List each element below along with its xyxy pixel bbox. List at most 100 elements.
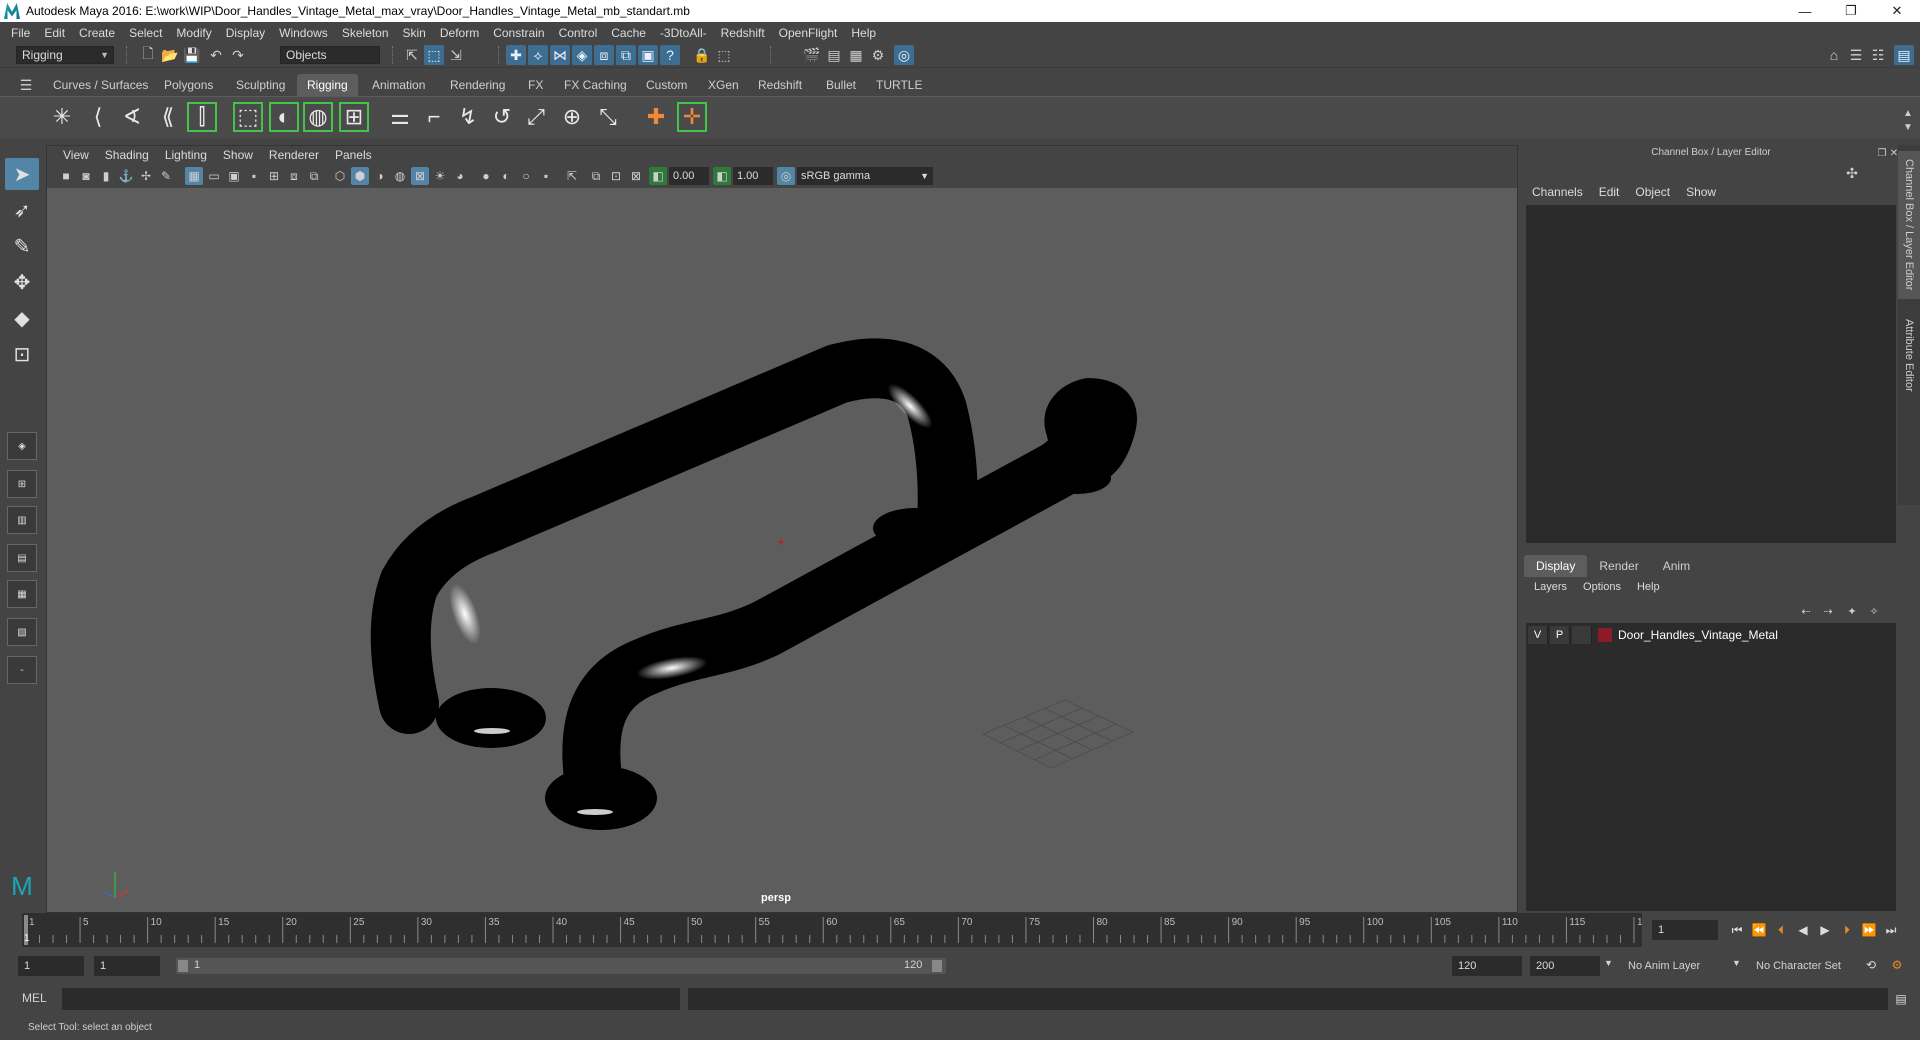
outliner-layout-icon[interactable]: ▦: [7, 580, 37, 608]
go-to-end-icon[interactable]: ⏭: [1882, 922, 1900, 938]
menu-deform[interactable]: Deform: [433, 26, 486, 40]
tab-bullet[interactable]: Bullet: [816, 74, 866, 96]
two-d-pan-icon[interactable]: ✢: [137, 167, 155, 185]
menuset-dropdown[interactable]: Rigging ▼: [16, 46, 114, 64]
tab-xgen[interactable]: XGen: [698, 74, 749, 96]
multisample-aa-icon[interactable]: ◐: [497, 167, 515, 185]
wireframe-on-shaded-icon[interactable]: ◑: [371, 167, 389, 185]
step-forward-frame-icon[interactable]: ⏵: [1838, 922, 1856, 938]
animation-prefs-icon[interactable]: ⚙: [1888, 957, 1906, 973]
motion-blur-icon[interactable]: ●: [477, 167, 495, 185]
anim-layer-dropdown[interactable]: No Anim Layer: [1622, 956, 1740, 976]
step-back-frame-icon[interactable]: ⏴: [1772, 922, 1790, 938]
select-tool-icon[interactable]: ➤: [5, 158, 39, 190]
menu-help[interactable]: Help: [844, 26, 883, 40]
menu-cache[interactable]: Cache: [604, 26, 653, 40]
lock-icon[interactable]: 🔒: [692, 45, 712, 65]
tab-channel-box-layer-editor[interactable]: Channel Box / Layer Editor: [1898, 151, 1920, 299]
grease-pencil-icon[interactable]: ✎: [157, 167, 175, 185]
layer-playback-toggle[interactable]: P: [1550, 626, 1570, 644]
tab-anim[interactable]: Anim: [1651, 555, 1702, 577]
range-slider[interactable]: 1 120: [176, 958, 946, 974]
parent-constraint-icon[interactable]: ⌐: [418, 101, 450, 133]
safe-title-icon[interactable]: ⧉: [305, 167, 323, 185]
menu-windows[interactable]: Windows: [272, 26, 335, 40]
scale-constraint-icon[interactable]: ⤢: [520, 101, 552, 133]
scale-tool-icon[interactable]: ⊡: [5, 338, 39, 370]
isolate-select-icon[interactable]: ▪: [537, 167, 555, 185]
menu-redshift[interactable]: Redshift: [714, 26, 772, 40]
tab-attribute-editor[interactable]: Attribute Editor: [1898, 305, 1920, 405]
le-menu-help[interactable]: Help: [1629, 581, 1668, 599]
layer-row[interactable]: V P Door_Handles_Vintage_Metal: [1528, 625, 1894, 645]
lattice-icon[interactable]: ⊞: [338, 101, 370, 133]
gate-mask-icon[interactable]: ▪: [245, 167, 263, 185]
go-to-start-icon[interactable]: ⏮: [1728, 922, 1746, 938]
lasso-tool-icon[interactable]: ➶: [5, 194, 39, 226]
persp-graph-layout-icon[interactable]: ▤: [7, 544, 37, 572]
camera-icon[interactable]: ■: [57, 167, 75, 185]
open-scene-icon[interactable]: 📂: [160, 45, 180, 65]
paint-weights-icon[interactable]: ⚌: [384, 101, 416, 133]
close-button[interactable]: ✕: [1874, 0, 1920, 22]
character-set-dropdown[interactable]: No Character Set: [1750, 956, 1870, 976]
auto-key-icon[interactable]: ⟲: [1862, 957, 1880, 973]
exposure-icon[interactable]: ◧: [649, 167, 667, 185]
range-end-handle[interactable]: [932, 960, 942, 972]
animation-end-field[interactable]: 200: [1530, 956, 1600, 976]
ipr-render-icon[interactable]: ▦: [846, 45, 866, 65]
menu-3dtoall[interactable]: -3DtoAll-: [653, 26, 714, 40]
cb-menu-object[interactable]: Object: [1627, 185, 1678, 203]
tab-curves-surfaces[interactable]: Curves / Surfaces: [43, 74, 158, 96]
selection-mode-dropdown[interactable]: Objects: [280, 46, 380, 64]
gamma-icon[interactable]: ◧: [713, 167, 731, 185]
command-language-label[interactable]: MEL: [22, 991, 47, 1005]
tab-polygons[interactable]: Polygons: [154, 74, 223, 96]
layer-name[interactable]: Door_Handles_Vintage_Metal: [1618, 628, 1778, 642]
tab-display[interactable]: Display: [1524, 555, 1588, 577]
help-snap-icon[interactable]: ?: [660, 45, 680, 65]
tab-fx-caching[interactable]: FX Caching: [554, 74, 637, 96]
orient-constraint-icon[interactable]: ↺: [486, 101, 518, 133]
snap-point-icon[interactable]: ⋈: [550, 45, 570, 65]
use-all-lights-icon[interactable]: ⊠: [411, 167, 429, 185]
insert-joint-icon[interactable]: ⟨: [82, 101, 114, 133]
smooth-bind-icon[interactable]: ◐: [268, 101, 300, 133]
paint-select-icon[interactable]: ✎: [5, 230, 39, 262]
snap-bake-icon[interactable]: ▣: [638, 45, 658, 65]
menu-select[interactable]: Select: [122, 26, 169, 40]
vp-menu-view[interactable]: View: [55, 148, 97, 162]
playback-end-field[interactable]: 120: [1452, 956, 1522, 976]
xray-active-icon[interactable]: ⊡: [607, 167, 625, 185]
bookmark-icon[interactable]: ▮: [97, 167, 115, 185]
new-layer-selected-icon[interactable]: ✧: [1864, 601, 1884, 621]
shelf-scroll-down-icon[interactable]: ▼: [1898, 117, 1918, 137]
cb-menu-show[interactable]: Show: [1678, 185, 1724, 203]
layer-visibility-toggle[interactable]: V: [1528, 626, 1548, 644]
menu-create[interactable]: Create: [72, 26, 122, 40]
animation-start-field[interactable]: 1: [18, 956, 84, 976]
undo-icon[interactable]: ↶: [206, 45, 226, 65]
depth-of-field-icon[interactable]: ○: [517, 167, 535, 185]
modeling-toolkit-icon[interactable]: ⌂: [1824, 45, 1844, 65]
wireframe-icon[interactable]: ⬡: [331, 167, 349, 185]
locator-icon[interactable]: ✚: [640, 101, 672, 133]
rotate-tool-icon[interactable]: ◆: [5, 302, 39, 334]
snap-grid-icon[interactable]: ✚: [506, 45, 526, 65]
tab-rendering[interactable]: Rendering: [440, 74, 515, 96]
vp-menu-shading[interactable]: Shading: [97, 148, 157, 162]
tab-render[interactable]: Render: [1587, 555, 1650, 577]
channel-box-icon[interactable]: ▤: [1894, 45, 1914, 65]
cluster-icon[interactable]: ✛: [676, 101, 708, 133]
gamma-field[interactable]: 1.00: [733, 167, 773, 185]
xray-joints-icon[interactable]: ⧉: [587, 167, 605, 185]
tool-settings-icon[interactable]: ☷: [1868, 45, 1888, 65]
snap-surface-icon[interactable]: ◈: [572, 45, 592, 65]
play-forwards-icon[interactable]: ▶: [1816, 922, 1834, 938]
move-layer-up-icon[interactable]: ⇠: [1796, 601, 1816, 621]
menu-constrain[interactable]: Constrain: [486, 26, 551, 40]
tab-turtle[interactable]: TURTLE: [866, 74, 932, 96]
range-start-handle[interactable]: [178, 960, 188, 972]
restore-button[interactable]: ❐: [1828, 0, 1874, 22]
exposure-field[interactable]: 0.00: [669, 167, 709, 185]
